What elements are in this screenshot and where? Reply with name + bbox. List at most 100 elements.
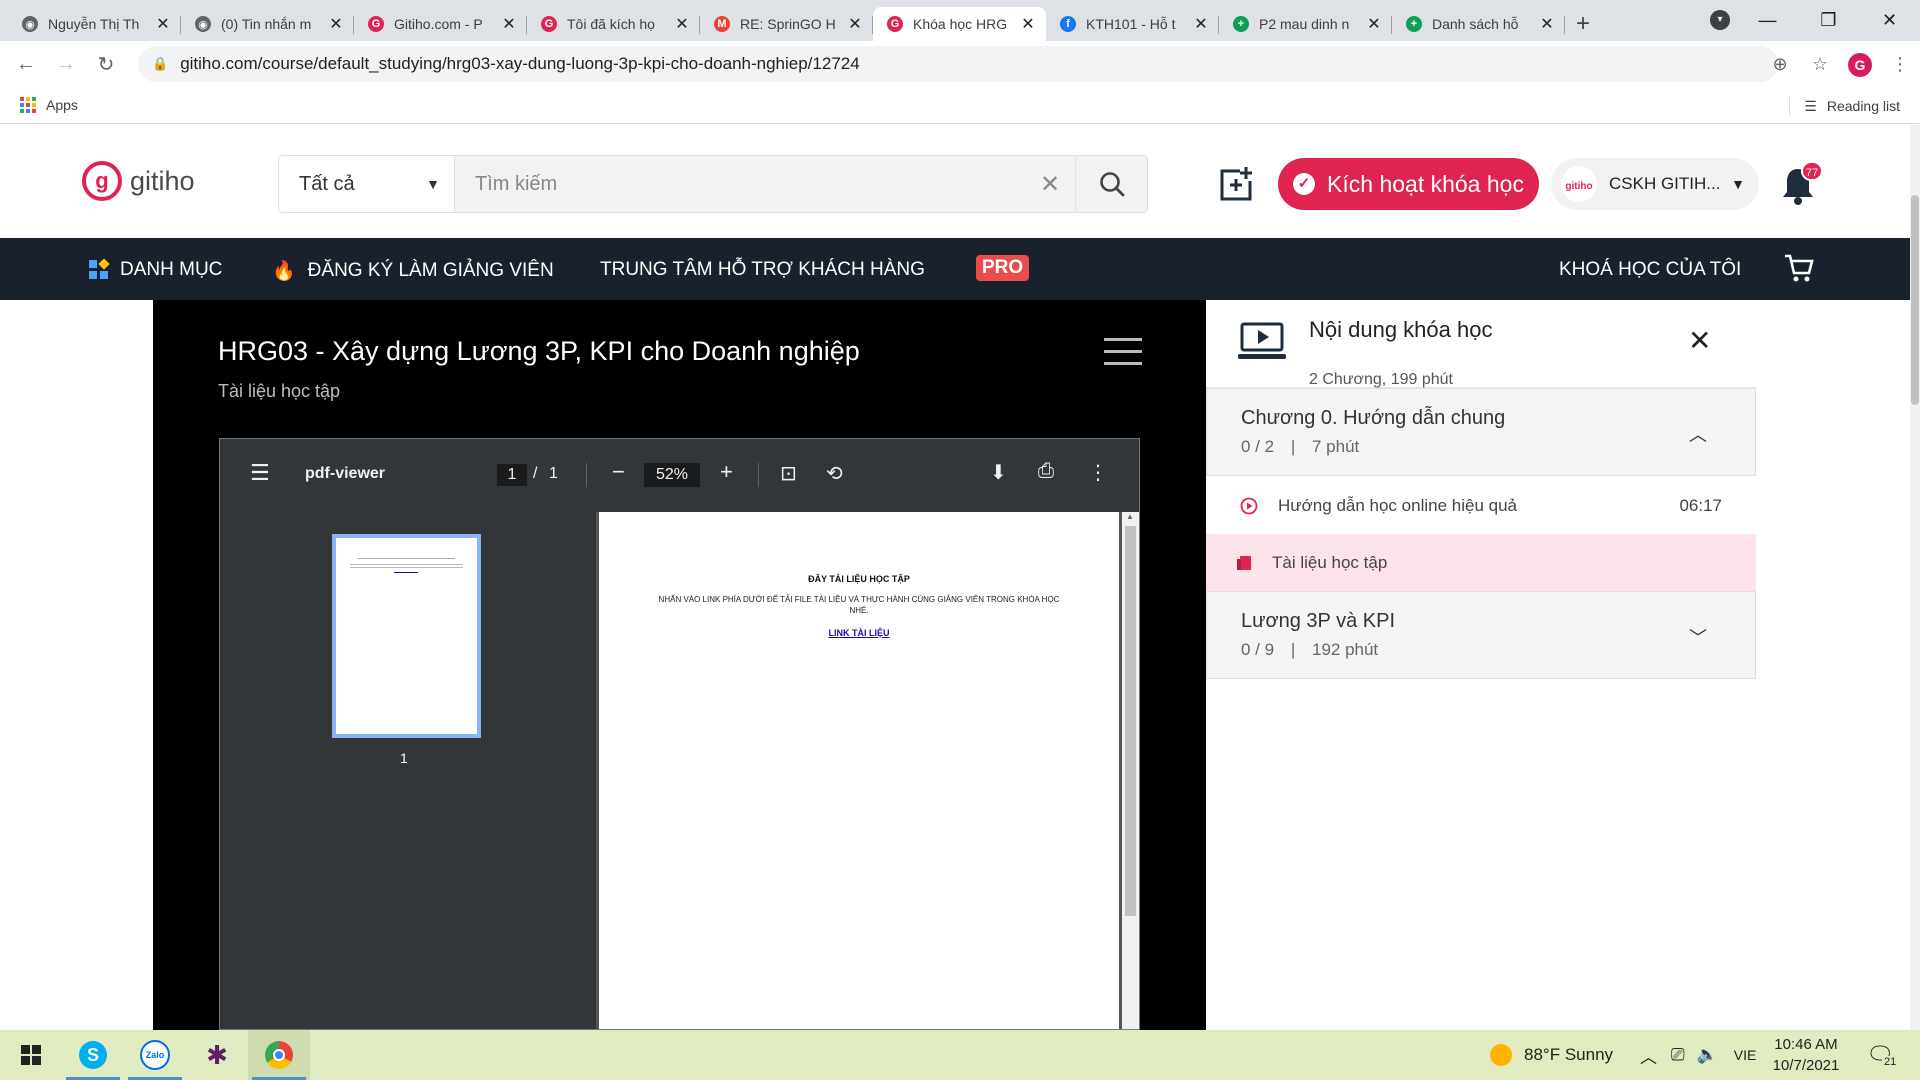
- nav-my-courses[interactable]: KHOÁ HỌC CỦA TÔI: [1559, 259, 1741, 281]
- course-content-meta: 2 Chương, 199 phút: [1309, 371, 1453, 388]
- taskbar-chrome[interactable]: [248, 1030, 310, 1080]
- reading-list-icon: ☰: [1804, 97, 1817, 114]
- category-grid-icon: [89, 259, 110, 279]
- action-center[interactable]: 🗨 21: [1866, 1030, 1899, 1080]
- pdf-scrollbar[interactable]: ▲: [1122, 512, 1139, 1029]
- menu-icon[interactable]: [1104, 338, 1142, 366]
- tab-close-icon[interactable]: ✕: [155, 14, 171, 34]
- nav-pro[interactable]: PRO: [976, 255, 1030, 281]
- bookmark-star-icon[interactable]: ☆: [1800, 54, 1840, 75]
- cart-icon[interactable]: [1783, 253, 1815, 283]
- browser-tab[interactable]: G Gitiho.com - P ✕: [354, 7, 527, 41]
- tab-favicon-icon: G: [368, 16, 384, 32]
- pdf-thumbnail-number: 1: [400, 750, 408, 766]
- clock-time: 10:46 AM: [1774, 1036, 1838, 1053]
- zoom-out-icon[interactable]: −: [612, 459, 625, 485]
- zoom-icon[interactable]: ⊕: [1760, 54, 1800, 75]
- doc-text: NHẤN VÀO LINK PHÍA DƯỚI ĐỂ TẢI FILE TÀI …: [658, 595, 1060, 615]
- taskbar-slack[interactable]: ✱: [186, 1030, 248, 1080]
- search-input[interactable]: [455, 156, 1025, 212]
- nav-become-instructor[interactable]: 🔥 ĐĂNG KÝ LÀM GIẢNG VIÊN: [272, 259, 554, 283]
- tab-favicon-icon: f: [1060, 16, 1076, 32]
- print-icon[interactable]: ⎙: [1038, 460, 1054, 483]
- doc-link[interactable]: LINK TÀI LIỆU: [599, 628, 1119, 638]
- pdf-sidebar-toggle-icon[interactable]: ☰: [250, 460, 270, 486]
- tab-close-icon[interactable]: ✕: [1020, 14, 1036, 34]
- add-course-icon[interactable]: [1216, 165, 1256, 205]
- chapter-title: Lương 3P và KPI: [1241, 610, 1396, 632]
- tab-close-icon[interactable]: ✕: [847, 14, 863, 34]
- tab-close-icon[interactable]: ✕: [674, 14, 690, 34]
- minimize-icon[interactable]: —: [1737, 10, 1798, 31]
- tab-close-icon[interactable]: ✕: [1366, 14, 1382, 34]
- fit-page-icon[interactable]: ⊡: [780, 461, 797, 486]
- reading-list[interactable]: ☰ Reading list: [1789, 97, 1900, 115]
- chapter-progress: 0 / 2: [1241, 437, 1275, 456]
- taskbar-zalo[interactable]: Zalo: [124, 1030, 186, 1080]
- download-icon[interactable]: ⬇: [990, 460, 1007, 485]
- browser-tab[interactable]: ◉ (0) Tin nhắn m ✕: [181, 7, 354, 41]
- scroll-up-icon[interactable]: ▲: [1126, 512, 1134, 521]
- apps-shortcut[interactable]: Apps: [20, 97, 78, 113]
- browser-tab[interactable]: G Tôi đã kích họ ✕: [527, 7, 700, 41]
- tab-favicon-icon: G: [541, 16, 557, 32]
- browser-menu-icon[interactable]: ⋮: [1880, 54, 1920, 75]
- pdf-thumbnail-page[interactable]: [332, 534, 481, 738]
- search-icon: [1099, 172, 1124, 197]
- tab-close-icon[interactable]: ✕: [328, 14, 344, 34]
- browser-tab[interactable]: ◉ Nguyễn Thị Th ✕: [8, 7, 181, 41]
- pdf-page-input[interactable]: 1: [497, 464, 527, 486]
- lesson-item[interactable]: Hướng dẫn học online hiệu quả 06:17: [1206, 477, 1756, 534]
- skype-icon: S: [79, 1041, 107, 1069]
- browser-tab[interactable]: + Danh sách hỗ ✕: [1392, 7, 1565, 41]
- search-button[interactable]: [1075, 156, 1147, 212]
- lesson-item-active[interactable]: Tài liệu học tập: [1206, 534, 1756, 591]
- language-indicator[interactable]: VIE: [1734, 1047, 1757, 1063]
- tab-search-icon[interactable]: ▾: [1710, 10, 1730, 30]
- pdf-more-icon[interactable]: ⋮: [1088, 460, 1108, 485]
- tray-expand-icon[interactable]: ︿: [1640, 1043, 1657, 1068]
- browser-tab[interactable]: f KTH101 - Hỗ t ✕: [1046, 7, 1219, 41]
- account-menu[interactable]: gitiho CSKH GITIH... ▼: [1551, 158, 1759, 210]
- rotate-icon[interactable]: ⟲: [826, 461, 843, 486]
- system-clock[interactable]: 10:46 AM 10/7/2021: [1762, 1034, 1850, 1076]
- extension-gitiho-icon[interactable]: G: [1840, 52, 1880, 77]
- taskbar-skype[interactable]: S: [62, 1030, 124, 1080]
- network-icon[interactable]: ⎚: [1671, 1045, 1685, 1065]
- close-window-icon[interactable]: ✕: [1859, 10, 1920, 31]
- pdf-zoom-input[interactable]: 52%: [644, 463, 700, 487]
- nav-support-center[interactable]: TRUNG TÂM HỖ TRỢ KHÁCH HÀNG: [600, 259, 925, 281]
- start-button[interactable]: [0, 1030, 62, 1080]
- slack-icon: ✱: [206, 1039, 228, 1070]
- tab-close-icon[interactable]: ✕: [1193, 14, 1209, 34]
- forward-icon[interactable]: →: [46, 53, 86, 76]
- account-name: CSKH GITIH...: [1609, 174, 1721, 193]
- search-category-select[interactable]: Tất cả ▼: [279, 156, 455, 212]
- chapter-1-header[interactable]: Lương 3P và KPI 0 / 9 | 192 phút ﹀: [1206, 591, 1756, 679]
- nav-my-courses-label: KHOÁ HỌC CỦA TÔI: [1559, 259, 1742, 280]
- chapter-duration: 192 phút: [1311, 640, 1379, 659]
- reload-icon[interactable]: ↻: [86, 52, 126, 77]
- close-panel-icon[interactable]: ✕: [1688, 324, 1711, 357]
- page-scrollbar[interactable]: [1910, 125, 1920, 1030]
- new-tab-button[interactable]: +: [1565, 7, 1601, 41]
- tab-close-icon[interactable]: ✕: [1539, 14, 1555, 34]
- chapter-0-header[interactable]: Chương 0. Hướng dẫn chung 0 / 2 | 7 phút…: [1206, 388, 1756, 476]
- tab-close-icon[interactable]: ✕: [501, 14, 517, 34]
- weather-widget[interactable]: 88°F Sunny: [1490, 1030, 1613, 1080]
- lock-icon[interactable]: 🔒: [152, 56, 168, 72]
- address-bar[interactable]: 🔒 gitiho.com/course/default_studying/hrg…: [138, 46, 1778, 82]
- back-icon[interactable]: ←: [6, 53, 46, 76]
- gitiho-logo[interactable]: g gitiho: [82, 161, 195, 201]
- volume-icon[interactable]: 🔈: [1697, 1045, 1718, 1065]
- browser-tab[interactable]: + P2 mau dinh n ✕: [1219, 7, 1392, 41]
- action-center-count: 21: [1882, 1056, 1899, 1068]
- zoom-in-icon[interactable]: +: [720, 459, 733, 485]
- restore-icon[interactable]: ❐: [1798, 10, 1859, 31]
- nav-categories[interactable]: DANH MỤC: [88, 259, 222, 281]
- weather-text: 88°F Sunny: [1524, 1045, 1614, 1064]
- activate-course-button[interactable]: ✓ Kích hoạt khóa học: [1278, 158, 1539, 210]
- browser-tab[interactable]: M RE: SprinGO H ✕: [700, 7, 873, 41]
- clear-search-icon[interactable]: ✕: [1025, 156, 1075, 212]
- browser-tab[interactable]: G Khóa học HRG ✕: [873, 7, 1046, 41]
